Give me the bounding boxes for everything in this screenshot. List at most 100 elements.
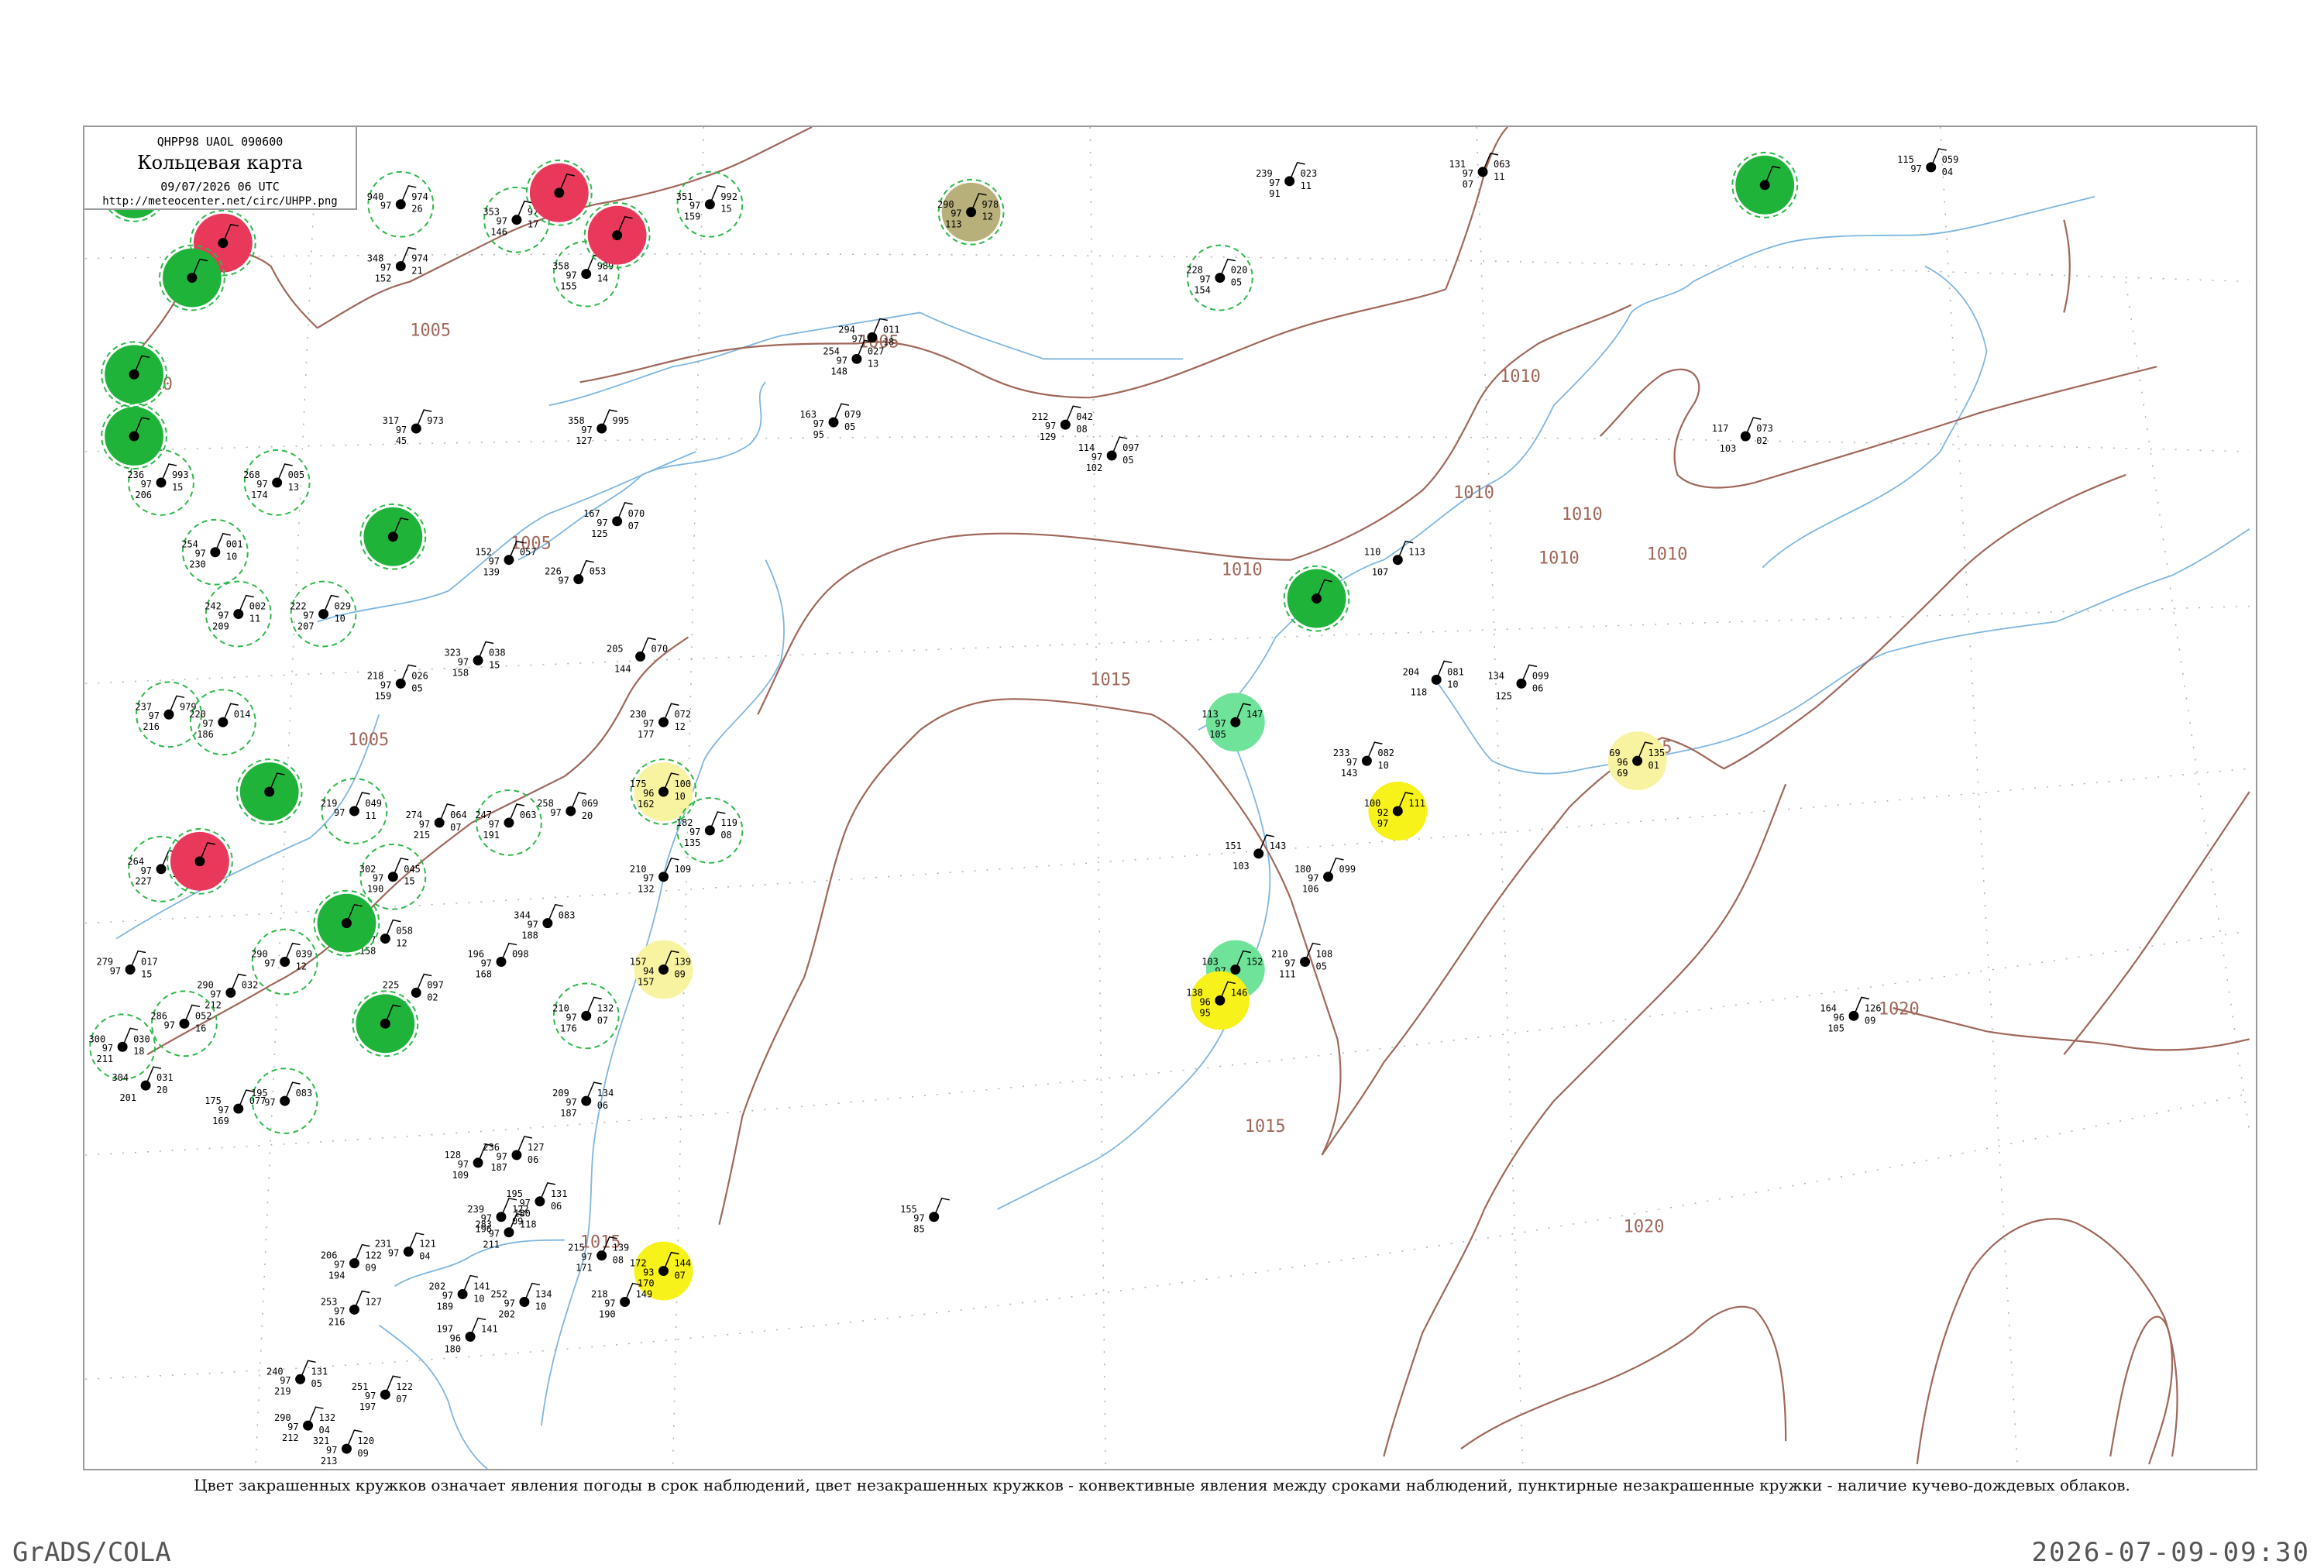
station-value-td: 97 — [1269, 177, 1280, 188]
map-url[interactable]: http://meteocenter.net/circ/UHPP.png — [84, 195, 356, 208]
station-value-p: 097 — [1122, 442, 1140, 453]
isobar-label: 1005 — [410, 321, 451, 340]
station-symbol-icon — [1477, 167, 1488, 177]
station-value-pt: 09 — [357, 1448, 368, 1459]
station-symbol-icon — [504, 555, 514, 566]
station-value-p: 144 — [674, 1258, 691, 1269]
station-value-td: 97 — [581, 1252, 592, 1263]
station-s35: 220 01497186 — [189, 689, 256, 756]
station-value-p: 059 — [1942, 154, 1959, 165]
station-value-l: 189 — [437, 1301, 454, 1312]
station-value-p: 993 — [172, 469, 189, 480]
isobar-line — [2109, 1315, 2174, 1457]
isobar-line — [1662, 706, 1817, 770]
station-value-td: 97 — [813, 418, 824, 429]
station-value-td: 97 — [504, 1298, 515, 1308]
station-value-td: 97 — [287, 1422, 298, 1432]
station-value-p: 039 — [296, 949, 313, 960]
isobar-label: 1020 — [1624, 1218, 1665, 1237]
station-s15: 114 09797 05102 — [1078, 436, 1140, 473]
station-value-pt: 12 — [674, 721, 685, 732]
coast-line — [1769, 621, 2057, 724]
station-value-p: 143 — [1270, 841, 1287, 851]
station-symbol-icon — [704, 825, 715, 836]
coast-line — [1924, 265, 1988, 452]
station-value-l: 07 — [1463, 179, 1473, 190]
station-value-l: 129 — [1040, 432, 1057, 442]
station-value-l: 135 — [684, 837, 701, 848]
station-value-l: 125 — [1495, 690, 1512, 701]
station-s59: 279 01797 15 — [97, 950, 158, 979]
station-value-p: 992 — [720, 191, 737, 202]
station-symbol-icon — [411, 987, 421, 998]
station-symbol-icon — [1253, 848, 1264, 859]
station-value-l: 227 — [135, 876, 152, 887]
station-value-l: 111 — [1279, 968, 1296, 979]
station-symbol-icon — [129, 431, 139, 442]
station-value-l: 146 — [490, 227, 507, 238]
station-value-t: 304 — [112, 1072, 129, 1083]
station-value-l: 107 — [1372, 567, 1389, 578]
station-symbol-icon — [179, 1018, 190, 1029]
station-s29: 218 02697 05159 — [367, 664, 428, 701]
coast-line — [1553, 280, 1694, 406]
station-value-l: 216 — [328, 1316, 346, 1327]
station-s77: 218 14997190 — [591, 1282, 652, 1319]
station-symbol-icon — [542, 918, 553, 929]
map-frame: 1005 1005 1005 1005 1010 1010 1010 1010 1010 1015… — [83, 126, 2257, 1470]
station-value-l: 209 — [212, 621, 229, 632]
station-value-td: 97 — [280, 1375, 290, 1386]
station-value-l: 162 — [638, 799, 655, 810]
station-s23: 152 05797139 — [475, 540, 537, 578]
station-value-p: 134 — [535, 1289, 552, 1300]
station-symbol-icon — [1392, 555, 1403, 566]
coast-line — [920, 311, 1183, 360]
isobar-line — [2125, 1038, 2250, 1051]
station-s32: 134 099 06 125 — [1487, 664, 1549, 701]
station-symbol-icon — [387, 872, 398, 882]
station-value-pt: 10 — [473, 1293, 484, 1304]
station-value-l: 174 — [251, 490, 268, 500]
grid-line — [85, 605, 2250, 685]
isobar-line — [718, 976, 806, 1225]
station-symbol-icon — [496, 1212, 507, 1222]
station-value-td: 96 — [1199, 996, 1210, 1007]
station-s21: 167 07097 07125 — [583, 502, 645, 539]
station-value-l: 211 — [483, 1240, 500, 1250]
station-value-l: 69 — [1617, 768, 1628, 779]
station-s68: 209 13497 06187 — [552, 1081, 614, 1119]
station-value-pt: 09 — [365, 1263, 376, 1274]
map-caption: Цвет закрашенных кружков означает явлени… — [194, 1476, 2130, 1494]
coast-line — [997, 1162, 1091, 1210]
footer-software: GrADS/COLA — [12, 1537, 171, 1568]
station-value-l: 109 — [452, 1170, 469, 1181]
station-s50: 344 08397188 — [514, 903, 575, 941]
station-g9 — [359, 503, 427, 570]
station-value-l: 190 — [367, 884, 384, 895]
station-s16: 317 9739745 — [383, 409, 444, 446]
station-value-p: 052 — [195, 1010, 212, 1021]
station-s55: 157 13994 09157 — [630, 940, 693, 999]
station-value-pt: 12 — [396, 938, 407, 949]
grid-line — [85, 253, 2250, 283]
isobar-line — [1290, 899, 1342, 1156]
station-value-pt: 06 — [1532, 683, 1543, 693]
isobar-label: 1010 — [1647, 545, 1688, 565]
coast-line — [641, 381, 766, 476]
isobar-line — [1321, 930, 1477, 1156]
station-value-l: 127 — [576, 435, 593, 446]
station-value-l: 144 — [614, 663, 631, 674]
station-g6 — [1731, 151, 1799, 218]
isobar-line — [951, 532, 1291, 561]
isobar-line — [757, 535, 951, 715]
station-value-p: 126 — [1865, 1002, 1882, 1013]
station-value-t: 134 — [1487, 670, 1504, 681]
station-value-pt: 10 — [1377, 760, 1388, 771]
station-value-td: 97 — [643, 873, 654, 884]
station-value-l: 85 — [913, 1224, 924, 1235]
station-value-p: 073 — [1756, 423, 1773, 434]
station-value-l: 103 — [1232, 861, 1250, 872]
station-value-pt: 11 — [249, 614, 260, 624]
station-value-p: 058 — [396, 926, 413, 937]
station-value-p: 045 — [404, 864, 421, 875]
